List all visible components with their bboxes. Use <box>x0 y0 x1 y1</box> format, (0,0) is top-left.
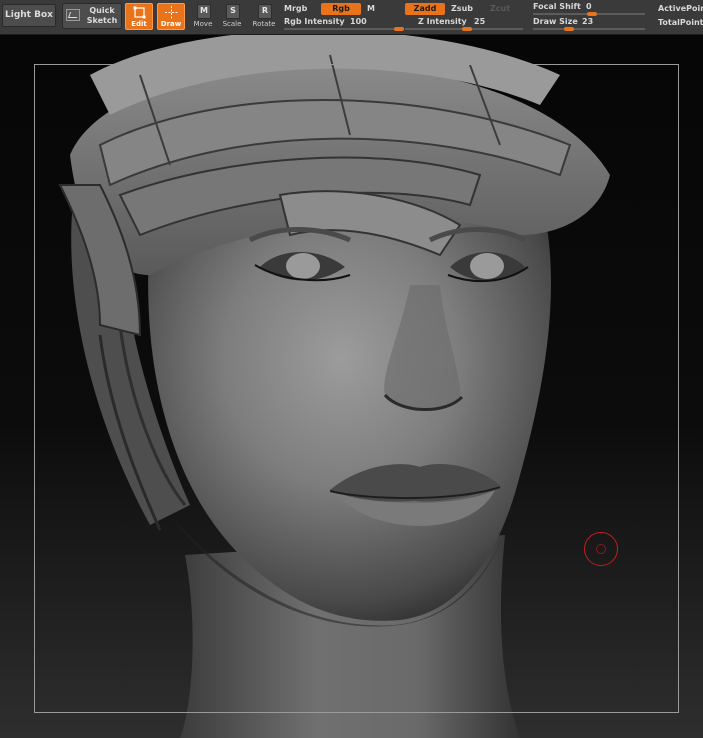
focal-shift-label: Focal Shift <box>533 2 581 11</box>
scale-icon: S <box>226 4 240 19</box>
rotate-icon: R <box>258 4 272 19</box>
z-intensity-knob[interactable] <box>462 27 472 31</box>
draw-icon <box>165 6 178 19</box>
zadd-button[interactable]: Zadd <box>405 3 445 15</box>
zcut-button[interactable]: Zcut <box>490 4 510 13</box>
rotate-button[interactable]: R Rotate <box>250 3 278 30</box>
draw-size-track[interactable] <box>533 28 645 30</box>
draw-size-label: Draw Size <box>533 17 578 26</box>
quick-sketch-icon <box>66 9 80 21</box>
edit-button[interactable]: Edit <box>125 3 153 30</box>
move-icon: M <box>197 4 211 19</box>
mrgb-button[interactable]: Mrgb <box>284 4 307 13</box>
scale-button[interactable]: S Scale <box>218 3 246 30</box>
rgb-intensity-track[interactable] <box>284 28 402 30</box>
document-canvas[interactable] <box>0 35 703 738</box>
scale-label: Scale <box>222 20 242 28</box>
quick-sketch-button[interactable]: Quick Sketch <box>62 3 122 29</box>
focal-shift-value: 0 <box>586 2 592 11</box>
move-label: Move <box>193 20 213 28</box>
draw-size-value: 23 <box>582 17 594 26</box>
rgb-intensity-label: Rgb Intensity <box>284 17 345 26</box>
rgb-button[interactable]: Rgb <box>321 3 361 15</box>
rgb-intensity-value: 100 <box>350 17 367 26</box>
active-points-label: ActivePoin <box>658 4 703 13</box>
m-button[interactable]: M <box>367 4 375 13</box>
rgb-intensity-knob[interactable] <box>394 27 404 31</box>
edit-icon <box>133 6 146 19</box>
zsub-button[interactable]: Zsub <box>451 4 473 13</box>
edit-label: Edit <box>131 20 147 28</box>
move-button[interactable]: M Move <box>189 3 217 30</box>
rotate-label: Rotate <box>252 20 276 28</box>
light-box-button[interactable]: Light Box <box>2 4 56 27</box>
quick-sketch-label: Quick Sketch <box>86 6 118 25</box>
draw-size-knob[interactable] <box>564 27 574 31</box>
draw-label: Draw <box>160 20 182 28</box>
z-intensity-value: 25 <box>474 17 486 26</box>
z-intensity-label: Z Intensity <box>418 17 467 26</box>
document-frame <box>34 64 679 713</box>
draw-button[interactable]: Draw <box>157 3 185 30</box>
total-points-label: TotalPoint <box>658 18 703 27</box>
brush-cursor <box>584 532 618 566</box>
focal-shift-knob[interactable] <box>587 12 597 16</box>
top-toolbar: Light Box Quick Sketch Edit Draw M Move … <box>0 0 703 35</box>
